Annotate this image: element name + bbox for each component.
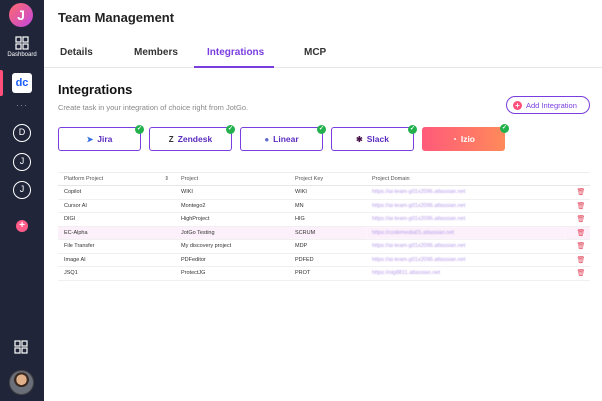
cell-platform-project: DIGI	[58, 212, 175, 227]
table-row: JSQ1 ProtectJG PROT https://olg8811.atla…	[58, 266, 590, 281]
delete-icon[interactable]: 🗑	[566, 266, 590, 281]
table-row: File Transfer My discovery project MDP h…	[58, 239, 590, 254]
plus-icon: +	[513, 100, 522, 110]
delete-icon[interactable]: 🗑	[566, 185, 590, 200]
cell-platform-project: Image AI	[58, 253, 175, 267]
column-header-platform-project[interactable]: Platform Project ⇕	[58, 172, 175, 186]
check-icon: ✓	[500, 124, 509, 133]
integration-name: Izio	[460, 134, 475, 144]
cell-project-domain[interactable]: https://ai-team-g01x2096.atlassian.net	[366, 253, 566, 267]
integration-card-slack[interactable]: ✱ Slack ✓	[331, 125, 417, 151]
integration-card-linear[interactable]: ● Linear ✓	[240, 125, 326, 151]
cell-project: Montego2	[175, 199, 289, 213]
integration-card-zendesk[interactable]: Z Zendesk ✓	[149, 125, 235, 151]
cell-project-key: MDP	[289, 239, 366, 254]
cell-project-key: SCRUM	[289, 226, 366, 240]
cell-platform-project: File Transfer	[58, 239, 175, 254]
cell-project-domain[interactable]: https://ai-team-g01x2096.atlassian.net	[366, 185, 566, 200]
column-header-project: Project	[175, 172, 289, 186]
section-title: Integrations	[58, 82, 133, 97]
table-row: Copilot WIKI WIKI https://ai-team-g01x20…	[58, 185, 590, 200]
check-icon: ✓	[317, 125, 326, 134]
main-content: Team Management Details Members Integrat…	[44, 0, 602, 401]
column-header-actions	[566, 172, 590, 186]
cell-project-domain[interactable]: https://codemedia01.atlassian.net	[366, 226, 566, 240]
section-subtitle: Create task in your integration of choic…	[58, 103, 249, 112]
integration-name: Linear	[273, 134, 299, 144]
cell-project-key: HIG	[289, 212, 366, 227]
sort-icon[interactable]: ⇕	[164, 176, 169, 182]
cell-project-key: PDFED	[289, 253, 366, 267]
check-icon: ✓	[135, 125, 144, 134]
cell-platform-project: EC-Alpha	[58, 226, 175, 240]
table-row: Cursor AI Montego2 MN https://ai-team-g0…	[58, 199, 590, 213]
app-logo[interactable]: J	[9, 3, 33, 27]
delete-icon[interactable]: 🗑	[566, 212, 590, 227]
delete-icon[interactable]: 🗑	[566, 199, 590, 213]
more-dots: ···	[16, 100, 28, 110]
workspace-j1[interactable]: J	[13, 153, 31, 171]
projects-table: Platform Project ⇕ Project Project Key P…	[58, 172, 590, 281]
delete-icon[interactable]: 🗑	[566, 226, 590, 240]
cell-project-domain[interactable]: https://ai-team-g01x2096.atlassian.net	[366, 212, 566, 227]
dashboard-nav[interactable]: Dashboard	[0, 36, 44, 58]
tab-details[interactable]: Details	[60, 47, 93, 58]
user-avatar[interactable]	[9, 370, 34, 395]
cell-project-key: MN	[289, 199, 366, 213]
active-tab-underline	[194, 66, 274, 68]
jira-icon: ➤	[86, 134, 94, 144]
cell-platform-project: JSQ1	[58, 266, 175, 281]
page-title: Team Management	[58, 10, 175, 25]
integration-name: Zendesk	[177, 134, 213, 144]
check-icon: ✓	[226, 125, 235, 134]
column-header-project-domain: Project Domain	[366, 172, 566, 186]
table-row: DIGI HighProject HIG https://ai-team-g01…	[58, 212, 590, 227]
cell-project-domain[interactable]: https://ai-team-g01x2096.atlassian.net	[366, 199, 566, 213]
integration-card-jira[interactable]: ➤ Jira ✓	[58, 125, 144, 151]
cell-project: HighProject	[175, 212, 289, 227]
tab-bar: Details Members Integrations MCP	[44, 38, 602, 68]
table-row: EC-Alpha JotGo Testing SCRUM https://cod…	[58, 226, 590, 240]
cell-project: My discovery project	[175, 239, 289, 254]
cell-project-key: PROT	[289, 266, 366, 281]
add-integration-button[interactable]: + Add Integration	[506, 96, 590, 114]
izio-icon: ◔	[451, 134, 457, 144]
cell-project-key: WIKI	[289, 185, 366, 200]
dashboard-grid-icon	[15, 36, 29, 50]
zendesk-icon: Z	[168, 134, 174, 144]
table-row: Image AI PDFeditor PDFED https://ai-team…	[58, 253, 590, 267]
cell-project: PDFeditor	[175, 253, 289, 267]
apps-grid-icon[interactable]	[14, 340, 28, 359]
tab-members[interactable]: Members	[134, 47, 178, 58]
delete-icon[interactable]: 🗑	[566, 239, 590, 254]
slack-icon: ✱	[356, 134, 363, 144]
dashboard-label: Dashboard	[7, 52, 37, 58]
cell-project: ProtectJG	[175, 266, 289, 281]
tab-integrations[interactable]: Integrations	[207, 47, 264, 58]
active-indicator	[0, 70, 3, 96]
sidebar: J Dashboard dc ··· D J J +	[0, 0, 44, 401]
cell-project: WIKI	[175, 185, 289, 200]
workspace-d[interactable]: D	[13, 124, 31, 142]
cell-platform-project: Copilot	[58, 185, 175, 200]
integration-name: Jira	[97, 134, 113, 144]
cell-project-domain[interactable]: https://olg8811.atlassian.net	[366, 266, 566, 281]
tab-mcp[interactable]: MCP	[304, 47, 326, 58]
add-integration-label: Add Integration	[526, 100, 577, 110]
workspace-j2[interactable]: J	[13, 181, 31, 199]
workspace-dc[interactable]: dc	[12, 73, 32, 93]
column-header-project-key: Project Key	[289, 172, 366, 186]
check-icon: ✓	[408, 125, 417, 134]
cell-project: JotGo Testing	[175, 226, 289, 240]
delete-icon[interactable]: 🗑	[566, 253, 590, 267]
integration-name: Slack	[366, 134, 389, 144]
add-workspace-button[interactable]: +	[16, 220, 28, 232]
table-header-row: Platform Project ⇕ Project Project Key P…	[58, 172, 590, 186]
cell-project-domain[interactable]: https://ai-team-g01x2096.atlassian.net	[366, 239, 566, 254]
linear-icon: ●	[264, 134, 270, 144]
integration-card-izio[interactable]: ◔ Izio ✓	[422, 124, 509, 151]
cell-platform-project: Cursor AI	[58, 199, 175, 213]
